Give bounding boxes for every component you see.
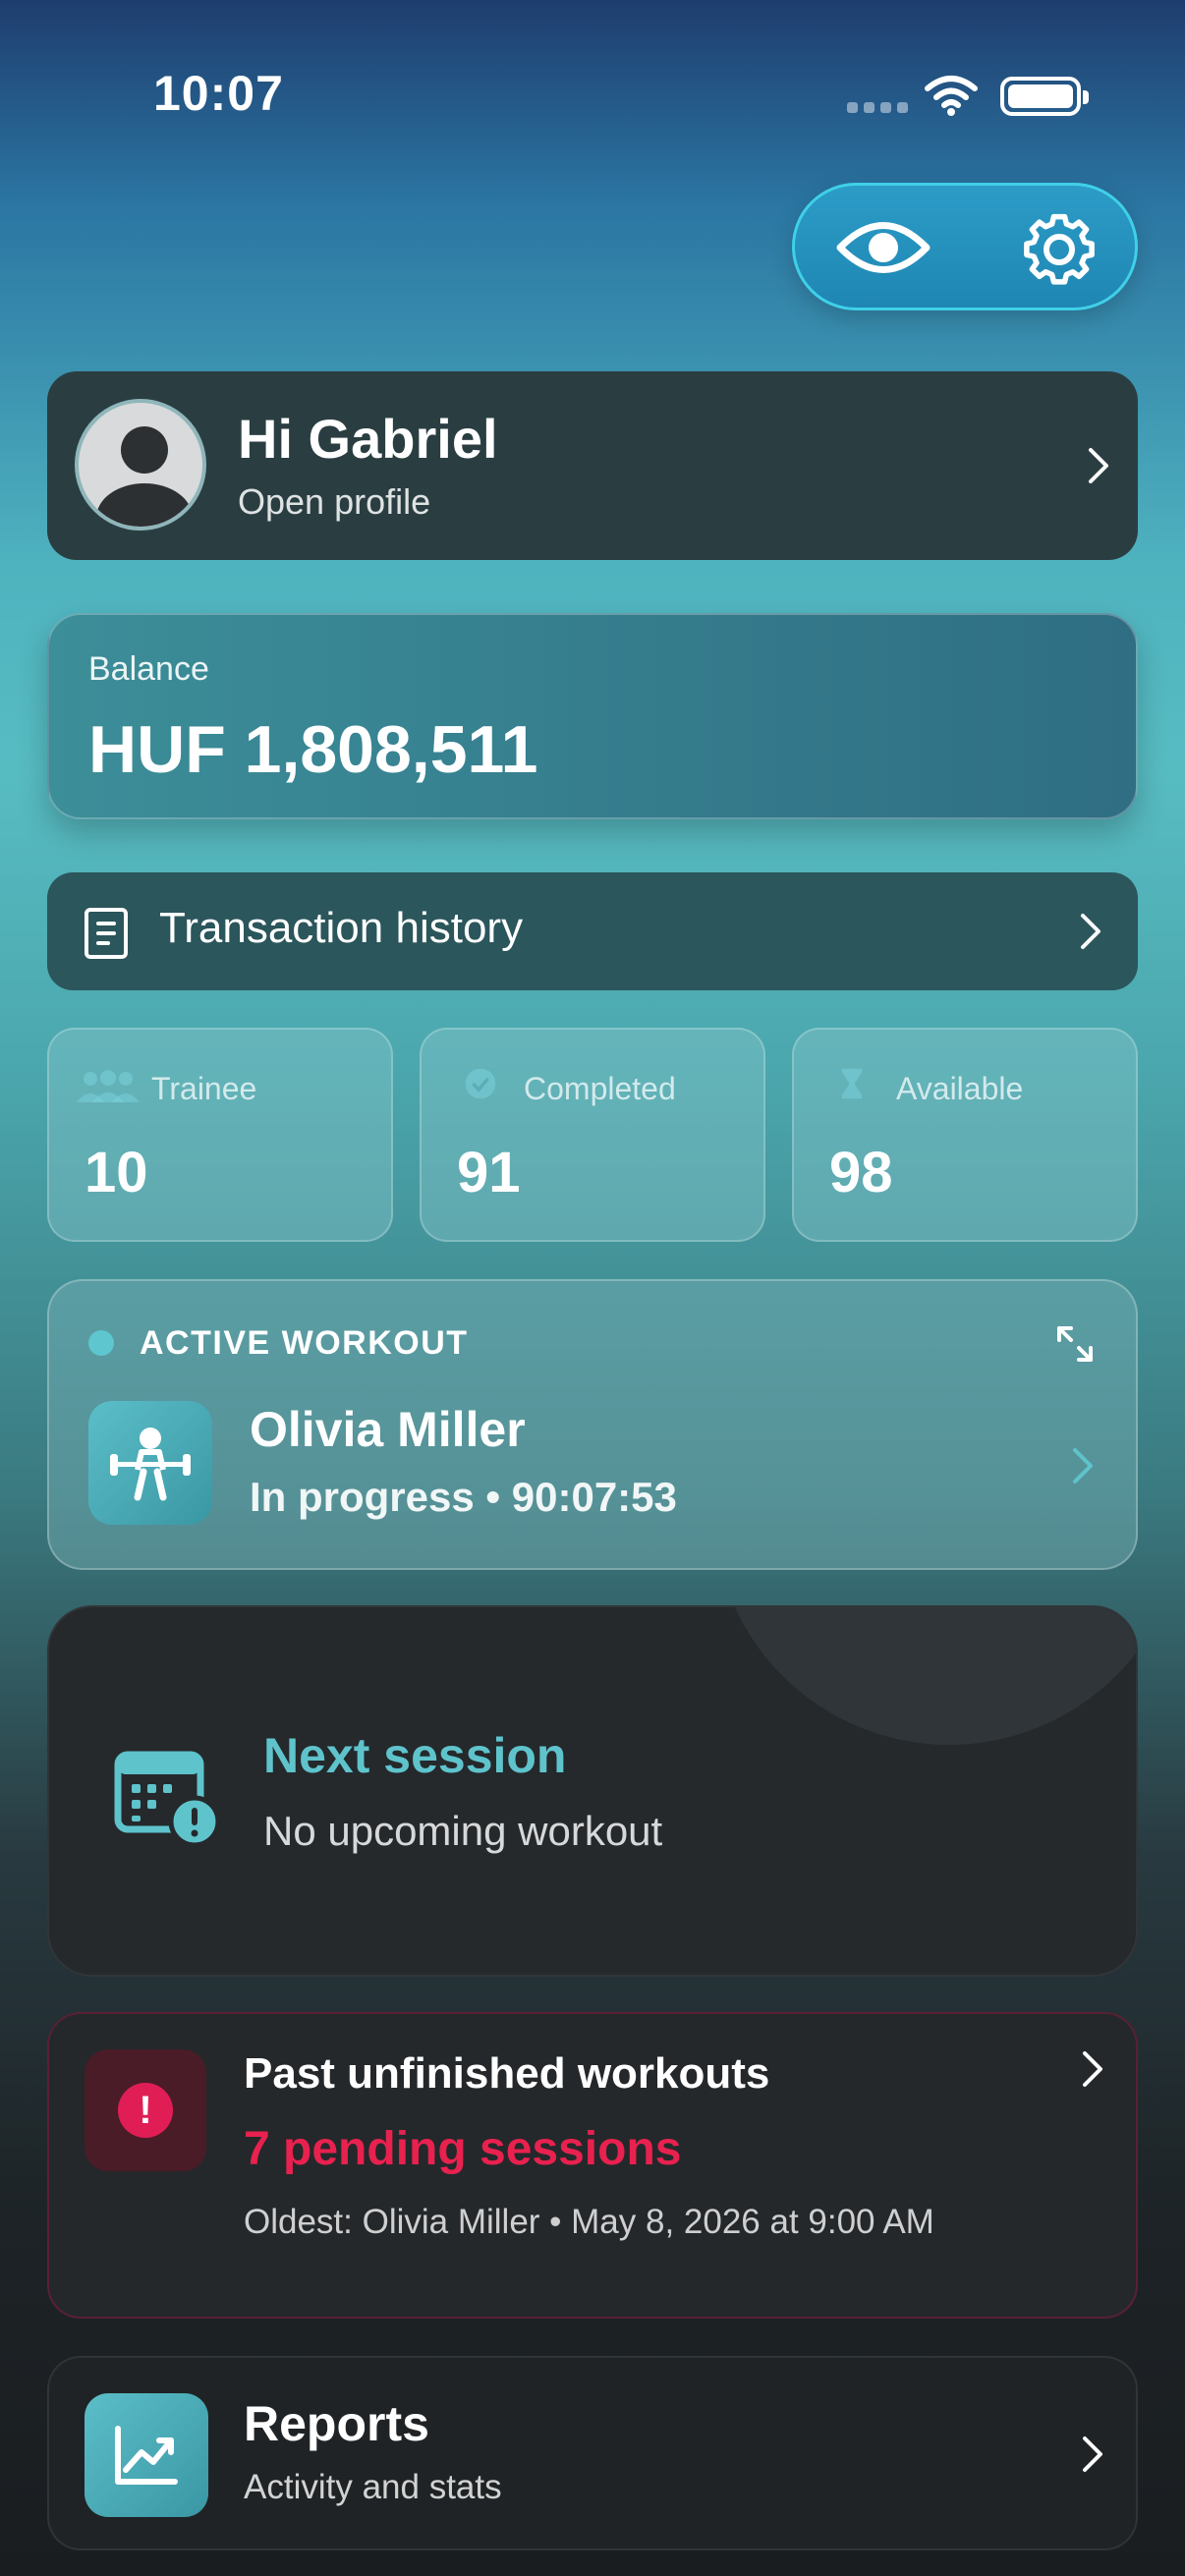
receipt-icon [85,908,128,959]
chart-trend-icon [85,2393,208,2517]
cellular-signal-icon [847,102,908,114]
status-time: 10:07 [153,66,284,121]
active-workout-status: In progress • 90:07:53 [250,1474,677,1520]
hourglass-icon [841,1068,863,1099]
oldest-session-info: Oldest: Olivia Miller • May 8, 2026 at 9… [244,2203,934,2241]
chevron-right-icon [1073,1448,1093,1484]
stat-label: Available [896,1071,1024,1106]
calendar-alert-icon [114,1751,221,1848]
reports-title: Reports [244,2396,429,2451]
chevron-right-icon [1081,914,1100,949]
transaction-history-label: Transaction history [159,904,524,952]
chevron-right-icon [1083,2051,1102,2087]
active-workout-title: ACTIVE WORKOUT [140,1324,469,1362]
stat-value: 91 [457,1141,521,1204]
balance-label: Balance [88,650,209,688]
next-session-card[interactable]: Next session No upcoming workout [47,1605,1138,1977]
balance-value: HUF 1,808,511 [88,712,538,787]
open-profile-link: Open profile [238,481,431,522]
active-workout-card[interactable]: ACTIVE WORKOUT Olivia Miller In progress… [47,1279,1138,1570]
weightlifter-icon [88,1401,212,1525]
header-actions [792,183,1138,310]
decorative-circle [713,1607,1136,1745]
stat-card-completed[interactable]: Completed 91 [420,1028,765,1242]
check-circle-icon [465,1068,496,1099]
gear-icon[interactable] [1021,211,1098,288]
stat-card-trainee[interactable]: Trainee 10 [47,1028,393,1242]
reports-card[interactable]: Reports Activity and stats [47,2356,1138,2550]
alert-icon: ! [85,2049,206,2171]
active-workout-name: Olivia Miller [250,1402,526,1457]
reports-subtitle: Activity and stats [244,2468,502,2506]
chevron-right-icon [1089,448,1108,483]
profile-card[interactable]: Hi Gabriel Open profile [47,371,1138,560]
stat-value: 10 [85,1141,148,1204]
next-session-subtitle: No upcoming workout [263,1808,663,1854]
chevron-right-icon [1083,2436,1102,2472]
past-unfinished-card[interactable]: ! Past unfinished workouts 7 pending ses… [47,2012,1138,2319]
stat-label: Trainee [151,1071,257,1106]
avatar [75,399,206,531]
transaction-history-button[interactable]: Transaction history [47,872,1138,990]
stat-card-available[interactable]: Available 98 [792,1028,1138,1242]
wifi-icon [925,76,978,116]
pending-sessions-count: 7 pending sessions [244,2123,682,2175]
users-icon [77,1070,140,1102]
next-session-title: Next session [263,1728,567,1783]
active-indicator-dot [88,1330,114,1356]
stat-value: 98 [829,1141,893,1204]
battery-icon [1000,77,1089,116]
expand-icon[interactable] [1055,1324,1095,1364]
profile-greeting: Hi Gabriel [238,408,498,470]
balance-card: Balance HUF 1,808,511 [47,613,1138,819]
stat-label: Completed [524,1071,676,1106]
eye-icon[interactable] [834,211,932,284]
past-unfinished-title: Past unfinished workouts [244,2049,770,2098]
